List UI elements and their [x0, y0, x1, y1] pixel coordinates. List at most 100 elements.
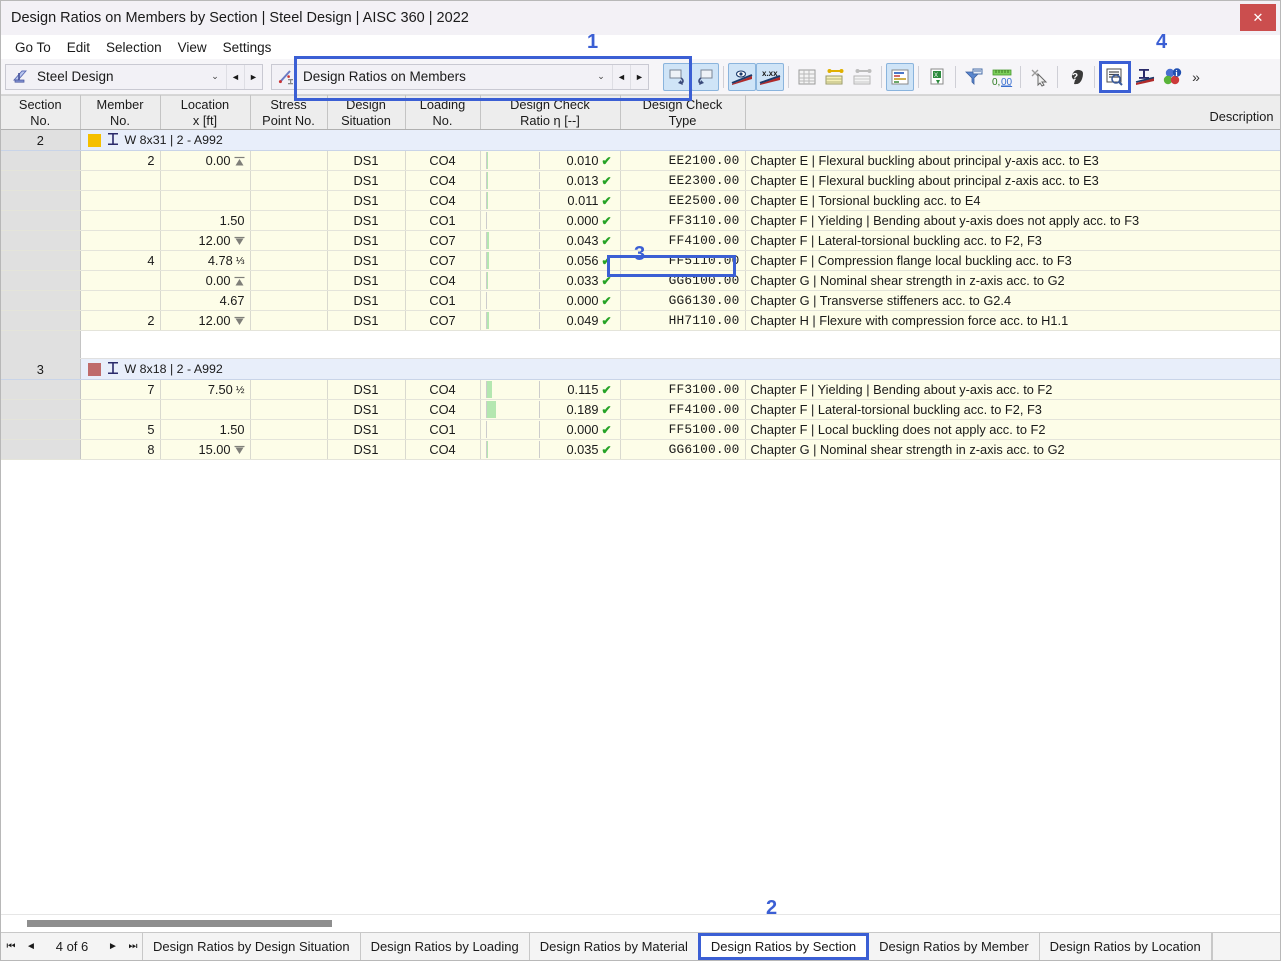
location-value: 4.78: [207, 253, 233, 268]
design-check-ratio-cell: 0.000 ✔: [480, 210, 621, 231]
module-next-button[interactable]: ►: [244, 64, 262, 89]
table-next-button[interactable]: ►: [630, 64, 648, 89]
design-check-type-cell[interactable]: GG6100.00: [620, 439, 746, 460]
menu-item-edit[interactable]: Edit: [59, 38, 98, 57]
result-info-button[interactable]: [1099, 60, 1131, 93]
ratio-bar-fill: [486, 152, 488, 169]
tab-design-ratios-by-loading[interactable]: Design Ratios by Loading: [359, 933, 530, 960]
menu-bar: Go To Edit Selection View Settings: [1, 35, 1280, 59]
results-table-container[interactable]: Section No. Member No. Location x [ft] Stress P…: [1, 95, 1280, 914]
design-check-type-cell[interactable]: GG6130.00: [620, 290, 746, 311]
help-button[interactable]: ?: [1062, 63, 1090, 91]
last-page-button[interactable]: ⏭: [123, 933, 143, 960]
close-icon[interactable]: ✕: [1240, 4, 1276, 31]
tab-design-ratios-by-member[interactable]: Design Ratios by Member: [868, 933, 1040, 960]
column-header-design-situation[interactable]: Design Situation: [327, 95, 406, 130]
design-check-type-cell[interactable]: GG6100.00: [620, 270, 746, 291]
module-prev-button[interactable]: ◄: [226, 64, 244, 89]
menu-item-selection[interactable]: Selection: [98, 38, 170, 57]
design-check-type-cell[interactable]: FF5100.00: [620, 419, 746, 440]
table-row[interactable]: 0.00 DS1 CO4 0.033 ✔ GG6100.00 Chapter G | Nom…: [1, 270, 1280, 291]
tab-design-ratios-by-section[interactable]: Design Ratios by Section: [697, 933, 870, 960]
loading-no-cell: CO4: [405, 399, 481, 420]
undo-view-button[interactable]: [663, 62, 691, 91]
column-header-stress-point-no[interactable]: Stress Point No.: [250, 95, 328, 130]
column-header-design-check-type[interactable]: Design Check Type: [620, 95, 746, 130]
table-selector-combo[interactable]: Design Ratios on Members ⌄ ◄ ►: [271, 63, 649, 90]
table-row[interactable]: 8 15.00 DS1 CO4 0.035 ✔ GG6100.00 Chapter G | N…: [1, 439, 1280, 460]
design-check-type-cell[interactable]: FF4100.00: [620, 399, 746, 420]
table-row[interactable]: DS1 CO4 0.189 ✔ FF4100.00 Chapter F | Lateral…: [1, 399, 1280, 420]
table-row[interactable]: 4.67 DS1 CO1 0.000 ✔ GG6130.00 Chapter G | Tra…: [1, 290, 1280, 311]
location-cell: 1.50: [160, 419, 251, 440]
table-gray-button[interactable]: [849, 63, 877, 91]
table-prev-button[interactable]: ◄: [612, 64, 630, 89]
column-header-design-check-ratio[interactable]: Design Check Ratio η [--]: [480, 95, 621, 130]
prev-page-button[interactable]: ◄: [21, 933, 41, 960]
chevron-down-icon[interactable]: ⌄: [204, 65, 226, 89]
chevron-down-icon[interactable]: ⌄: [590, 65, 612, 89]
column-header-description[interactable]: Description: [745, 95, 1280, 130]
ratio-value: 0.000: [566, 293, 599, 308]
design-check-type-cell[interactable]: EE2300.00: [620, 170, 746, 191]
decimal-places-button[interactable]: 0, 00: [988, 63, 1016, 91]
design-check-type-cell[interactable]: HH7110.00: [620, 310, 746, 331]
section-header-row[interactable]: 3 W 8x18 | 2 - A992: [1, 358, 1280, 380]
design-check-type-cell[interactable]: FF3100.00: [620, 379, 746, 400]
menu-item-settings[interactable]: Settings: [215, 38, 280, 57]
table-row[interactable]: 1.50 DS1 CO1 0.000 ✔ FF3110.00 Chapter F | Yie…: [1, 210, 1280, 231]
design-check-type-cell[interactable]: EE2500.00: [620, 190, 746, 211]
stress-point-no-cell: [250, 290, 328, 311]
member-no-cell: [80, 290, 161, 311]
module-combo[interactable]: Steel Design ⌄ ◄ ►: [5, 63, 263, 90]
ratio-value: 0.033: [566, 273, 599, 288]
show-values-button[interactable]: x.xx: [756, 62, 784, 91]
table-row[interactable]: 7 7.50 ½ DS1 CO4 0.115 ✔ FF3100.00 Chapter F | Y…: [1, 379, 1280, 400]
export-excel-button[interactable]: X: [923, 63, 951, 91]
table-row[interactable]: 5 1.50 DS1 CO1 0.000 ✔ FF5100.00 Chapter F | Lo…: [1, 419, 1280, 440]
info-colors-button[interactable]: i: [1159, 63, 1187, 91]
next-page-button[interactable]: ►: [103, 933, 123, 960]
check-ok-icon: ✔: [601, 273, 612, 288]
first-page-button[interactable]: ⏮: [1, 933, 21, 960]
table-row[interactable]: DS1 CO4 0.013 ✔ EE2300.00 Chapter E | Flexura…: [1, 170, 1280, 191]
member-no-cell: 7: [80, 379, 161, 400]
tab-design-ratios-by-design-situation[interactable]: Design Ratios by Design Situation: [142, 933, 361, 960]
menu-item-go-to[interactable]: Go To: [7, 38, 59, 57]
design-situation-cell: DS1: [327, 150, 406, 171]
table-row[interactable]: 2 12.00 DS1 CO7 0.049 ✔ HH7110.00 Chapter H | F…: [1, 310, 1280, 331]
redo-view-button[interactable]: [691, 62, 719, 91]
section-no-cell: [1, 230, 81, 251]
section-label: W 8x18 | 2 - A992: [124, 362, 223, 376]
tab-design-ratios-by-material[interactable]: Design Ratios by Material: [528, 933, 699, 960]
scrollbar-thumb[interactable]: [27, 920, 332, 927]
stress-point-no-cell: [250, 250, 328, 271]
result-diagram-button[interactable]: [886, 62, 914, 91]
loading-no-cell: CO1: [405, 210, 481, 231]
menu-item-view[interactable]: View: [170, 38, 215, 57]
table-row[interactable]: DS1 CO4 0.011 ✔ EE2500.00 Chapter E | Torsion…: [1, 190, 1280, 211]
column-header-section-no[interactable]: Section No.: [1, 95, 81, 130]
location-cell: 4.67: [160, 290, 251, 311]
cross-section-button[interactable]: [1131, 63, 1159, 91]
tab-design-ratios-by-location[interactable]: Design Ratios by Location: [1038, 933, 1212, 960]
column-header-member-no[interactable]: Member No.: [80, 95, 161, 130]
filter-button[interactable]: [960, 63, 988, 91]
show-results-button[interactable]: [728, 62, 756, 91]
fraction-one-third: ⅓: [235, 254, 245, 267]
table-plain-button[interactable]: [793, 63, 821, 91]
toolbar-overflow-button[interactable]: »: [1187, 69, 1205, 85]
toolbar-divider: [1094, 65, 1095, 88]
table-highlight-button[interactable]: [821, 63, 849, 91]
horizontal-scrollbar[interactable]: [1, 914, 1280, 932]
section-header-row[interactable]: 2 W 8x31 | 2 - A992: [1, 129, 1280, 151]
column-header-loading-no[interactable]: Loading No.: [405, 95, 481, 130]
loading-no-cell: CO4: [405, 379, 481, 400]
column-header-location[interactable]: Location x [ft]: [160, 95, 251, 130]
design-check-type-cell[interactable]: EE2100.00: [620, 150, 746, 171]
member-no-cell: [80, 190, 161, 211]
design-check-type-cell[interactable]: FF3110.00: [620, 210, 746, 231]
annotation-marker-2: 2: [766, 897, 778, 919]
table-row[interactable]: 2 0.00 DS1 CO4 0.010 ✔ EE2100.00 Chapter E | Fl…: [1, 150, 1280, 171]
selection-tool-button[interactable]: [1025, 63, 1053, 91]
